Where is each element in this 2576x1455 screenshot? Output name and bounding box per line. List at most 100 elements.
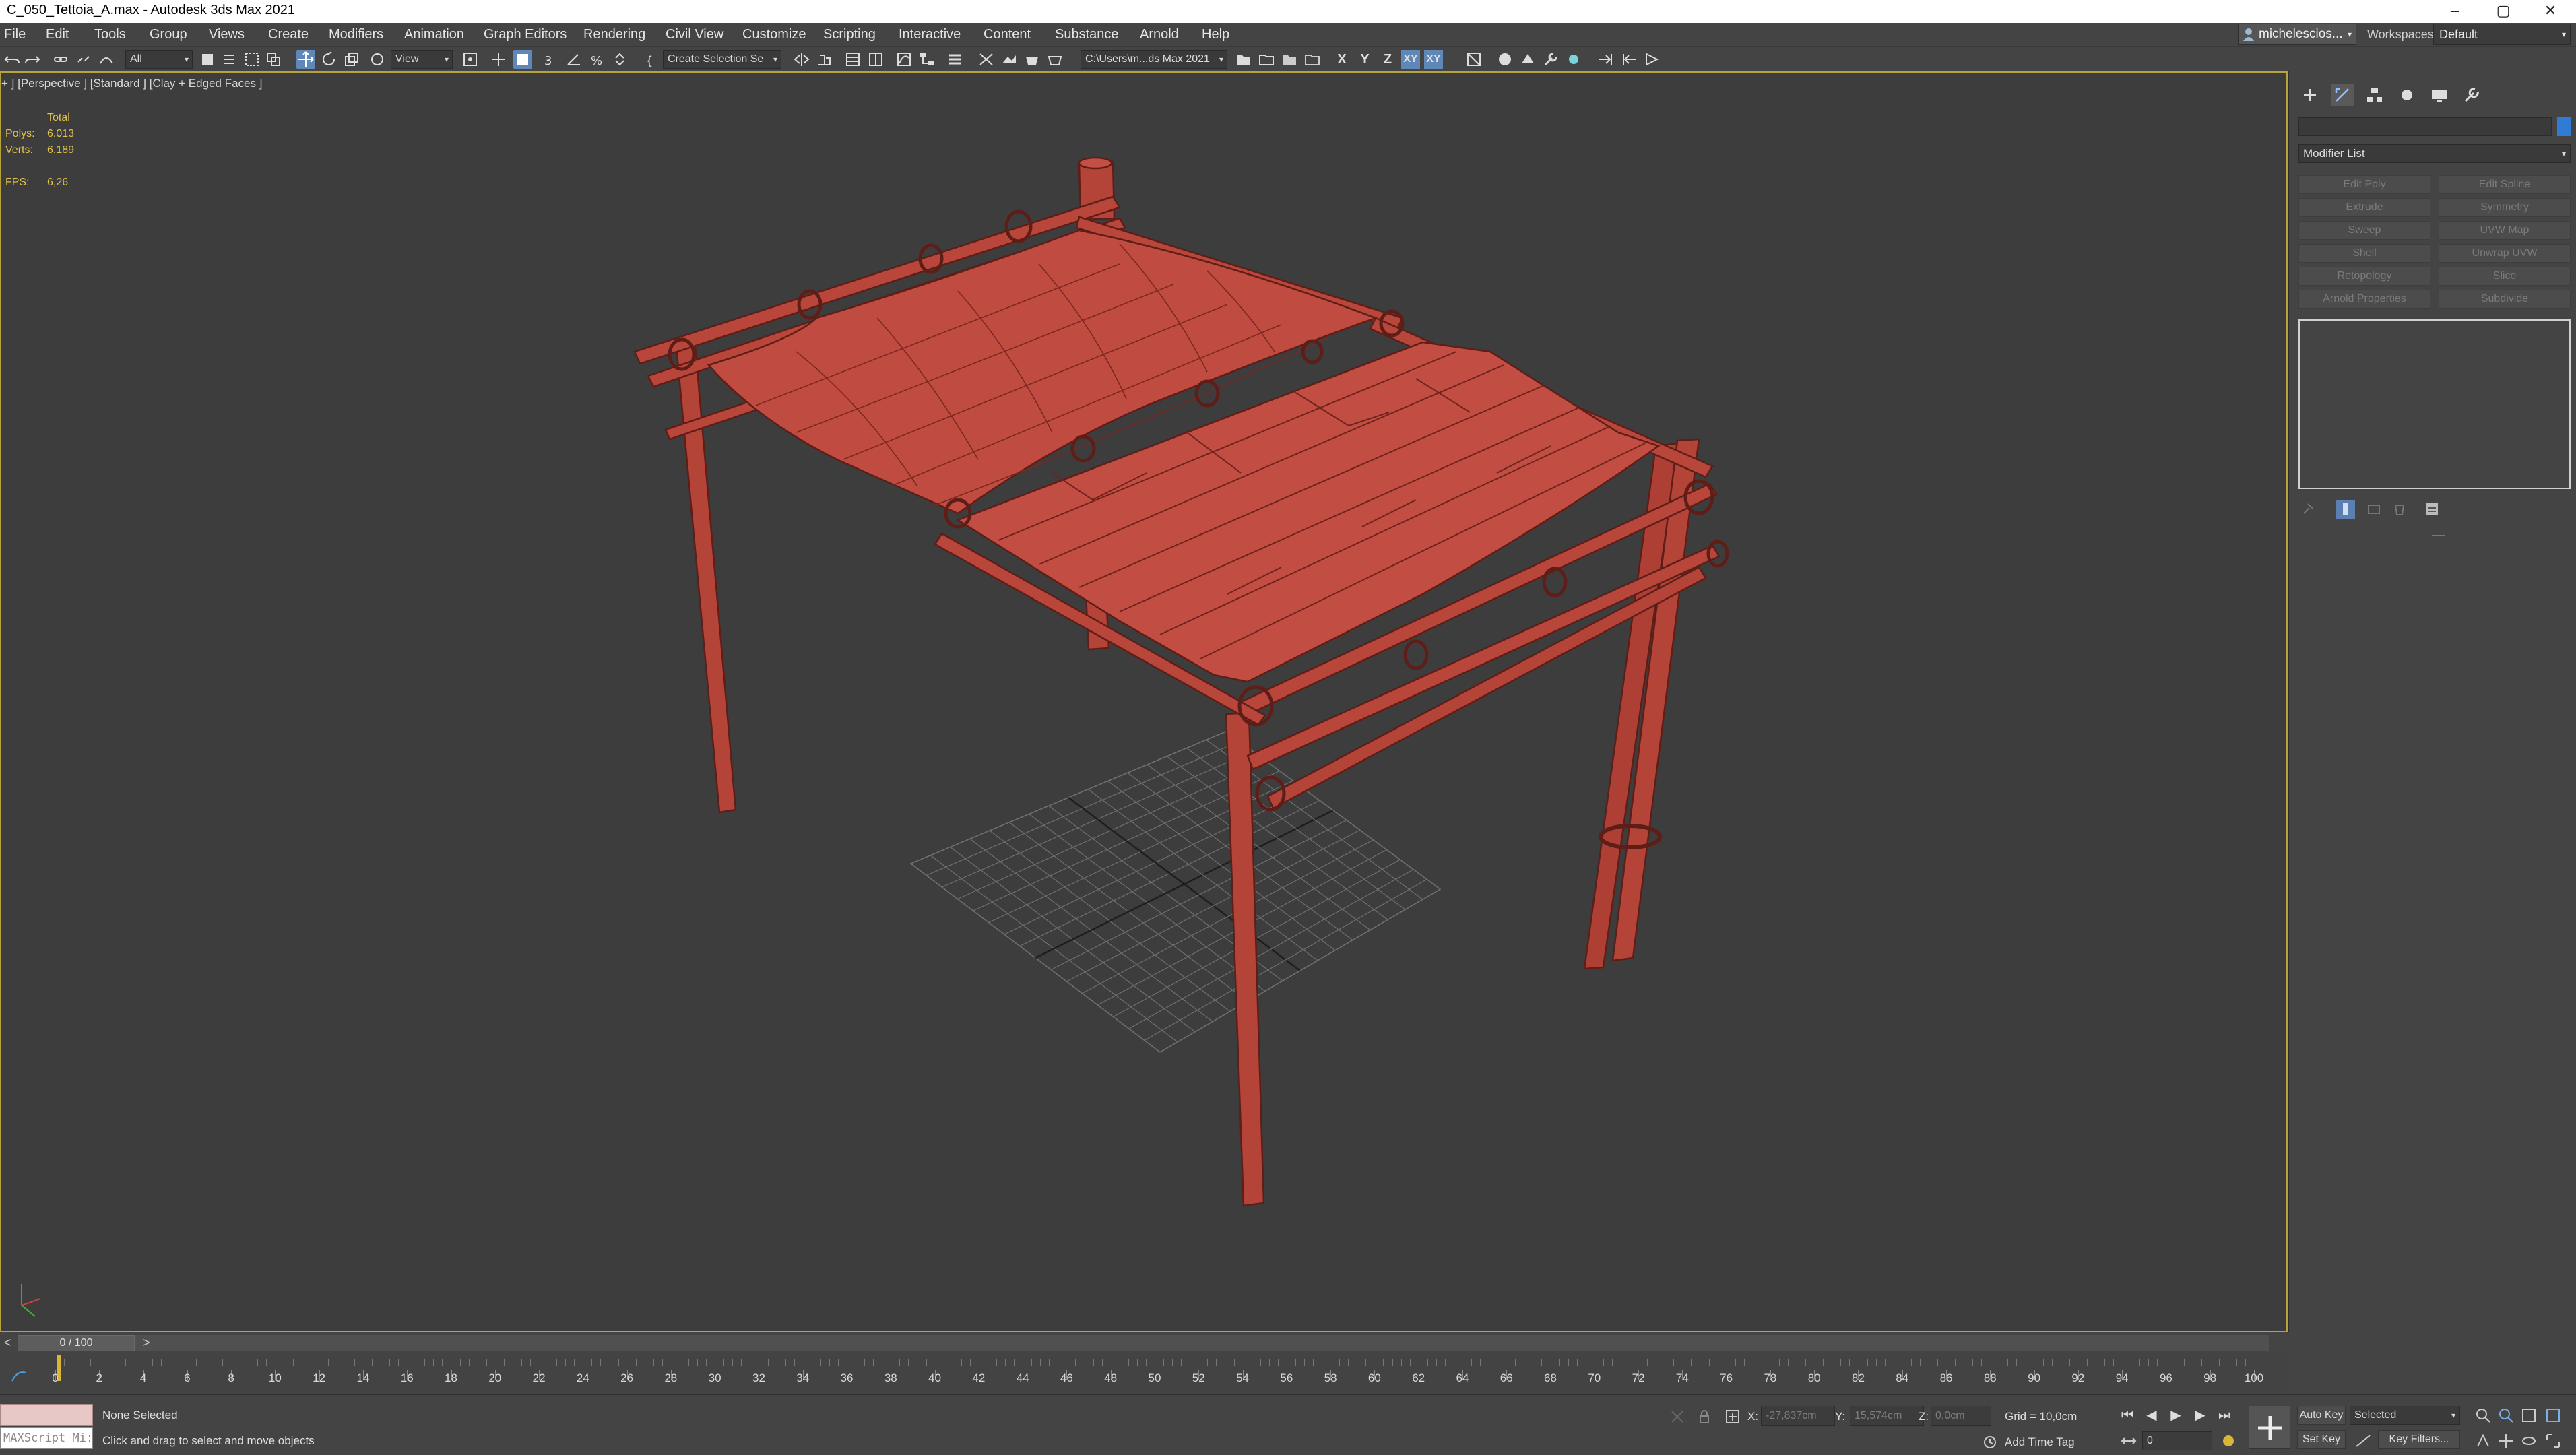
isolate-selection-icon[interactable] [1668, 1407, 1687, 1426]
snaps-toggle-icon[interactable]: 3 [542, 50, 560, 69]
menu-modifiers[interactable]: Modifiers [329, 27, 383, 42]
time-slider-track[interactable]: 0 / 100 [18, 1335, 2269, 1351]
render-icon[interactable] [1597, 50, 1615, 69]
utilities-tab-icon[interactable] [2460, 84, 2483, 106]
modifier-sweep-button[interactable]: Sweep [2298, 221, 2430, 240]
field-of-view-icon[interactable] [2474, 1431, 2492, 1450]
zoom-icon[interactable] [2474, 1406, 2492, 1425]
pivot-center-icon[interactable] [461, 50, 480, 69]
next-frame-icon[interactable]: ▶ [2191, 1406, 2210, 1425]
scene-explorer-icon[interactable] [1464, 50, 1483, 69]
select-object-icon[interactable] [198, 50, 217, 69]
curve-editor-icon[interactable] [895, 50, 913, 69]
current-frame-field[interactable]: 0 [2142, 1431, 2212, 1450]
align-icon[interactable] [815, 50, 834, 69]
axis-z-button[interactable]: Z [1378, 50, 1397, 69]
axis-y-button[interactable]: Y [1355, 50, 1374, 69]
redo-icon[interactable] [23, 50, 42, 69]
render-last-icon[interactable] [1642, 50, 1661, 69]
edit-named-selection-icon[interactable]: { [641, 50, 660, 69]
menu-scripting[interactable]: Scripting [823, 27, 876, 42]
show-end-result-icon[interactable] [2336, 500, 2355, 519]
modifier-stack[interactable] [2298, 319, 2571, 489]
project-folder-dropdown[interactable]: C:\Users\m...ds Max 2021 ▾ [1081, 50, 1227, 69]
modifier-subdivide-button[interactable]: Subdivide [2439, 290, 2571, 309]
rect-selection-icon[interactable] [243, 50, 261, 69]
modifier-retopology-button[interactable]: Retopology [2298, 267, 2430, 286]
display-tab-icon[interactable] [2428, 84, 2451, 106]
menu-civil-view[interactable]: Civil View [666, 27, 723, 42]
menu-rendering[interactable]: Rendering [583, 27, 645, 42]
menu-customize[interactable]: Customize [742, 27, 806, 42]
create-tab-icon[interactable] [2298, 84, 2321, 106]
menu-edit[interactable]: Edit [46, 27, 69, 42]
select-scale-icon[interactable] [342, 50, 361, 69]
make-unique-icon[interactable] [2364, 500, 2383, 519]
remove-modifier-icon[interactable] [2390, 500, 2409, 519]
workspace-select[interactable]: Default ▾ [2433, 24, 2571, 45]
set-keys-button[interactable] [2249, 1406, 2290, 1449]
time-configuration-icon[interactable] [2219, 1431, 2238, 1450]
motion-tab-icon[interactable] [2395, 84, 2418, 106]
save-folder-icon[interactable] [1280, 50, 1299, 69]
minimize-button[interactable]: – [2428, 0, 2482, 23]
time-slider-next-button[interactable]: > [143, 1336, 150, 1350]
auto-key-button[interactable]: Auto Key [2297, 1406, 2346, 1425]
configure-modifier-sets-icon[interactable] [2422, 500, 2441, 519]
menu-tools[interactable]: Tools [94, 27, 126, 42]
previous-frame-icon[interactable]: ◀ [2142, 1406, 2161, 1425]
select-rotate-icon[interactable] [319, 50, 338, 69]
menu-group[interactable]: Group [150, 27, 187, 42]
asset-tracking-icon[interactable] [1303, 50, 1322, 69]
render-activeshade-icon[interactable] [1045, 50, 1064, 69]
menu-create[interactable]: Create [268, 27, 309, 42]
material-editor-icon[interactable] [946, 50, 965, 69]
pin-stack-icon[interactable] [2298, 500, 2317, 519]
link-icon[interactable] [51, 50, 70, 69]
modifier-edit-poly-button[interactable]: Edit Poly [2298, 175, 2430, 194]
modifier-slice-button[interactable]: Slice [2439, 267, 2571, 286]
object-color-swatch[interactable] [2557, 117, 2571, 136]
close-button[interactable]: ✕ [2523, 0, 2576, 23]
schematic-view-icon[interactable] [917, 50, 936, 69]
undo-icon[interactable] [3, 50, 22, 69]
modify-tab-icon[interactable] [2331, 84, 2354, 106]
modifier-edit-spline-button[interactable]: Edit Spline [2439, 175, 2571, 194]
menu-content[interactable]: Content [984, 27, 1031, 42]
axis-xy-button[interactable]: XY [1401, 50, 1420, 69]
render-setup-icon[interactable] [977, 50, 996, 69]
y-coord-field[interactable]: 15,574cm [1850, 1406, 1924, 1426]
selection-filter-dropdown[interactable]: All ▾ [125, 50, 193, 69]
modifier-extrude-button[interactable]: Extrude [2298, 198, 2430, 217]
restore-button[interactable]: ▢ [2476, 0, 2530, 23]
axis-xy-cycle-button[interactable]: XY [1424, 50, 1443, 69]
folder-icon[interactable] [1257, 50, 1276, 69]
select-move-icon[interactable] [296, 50, 315, 69]
menu-views[interactable]: Views [209, 27, 245, 42]
time-slider[interactable]: < 0 / 100 > [0, 1334, 2288, 1353]
zoom-extents-icon[interactable] [2519, 1406, 2538, 1425]
named-selection-dropdown[interactable]: Create Selection Se ▾ [663, 50, 781, 69]
spinner-snap-icon[interactable] [610, 50, 629, 69]
z-coord-field[interactable]: 0,0cm [1931, 1406, 1991, 1426]
open-file-icon[interactable] [1234, 50, 1253, 69]
menu-help[interactable]: Help [1202, 27, 1229, 42]
key-tangent-icon[interactable] [2354, 1431, 2373, 1450]
axis-x-button[interactable]: X [1332, 50, 1351, 69]
hierarchy-tab-icon[interactable] [2363, 84, 2386, 106]
layer-explorer-icon[interactable] [843, 50, 862, 69]
x-coord-field[interactable]: -27,837cm [1761, 1406, 1835, 1426]
account-dropdown[interactable]: michelescios... ▾ [2238, 24, 2356, 45]
keyboard-shortcut-toggle-icon[interactable] [513, 50, 532, 69]
toggle-ribbon-icon[interactable] [866, 50, 885, 69]
bind-spacewarp-icon[interactable] [97, 50, 116, 69]
angle-snap-icon[interactable] [565, 50, 583, 69]
set-key-button[interactable]: Set Key [2297, 1430, 2346, 1449]
panel-resize-handle[interactable] [2432, 535, 2445, 538]
add-time-tag[interactable]: Add Time Tag [2005, 1435, 2075, 1449]
wrench-icon[interactable] [1541, 50, 1560, 69]
arnold-icon[interactable] [1518, 50, 1537, 69]
mirror-icon[interactable] [792, 50, 811, 69]
menu-animation[interactable]: Animation [404, 27, 464, 42]
menu-file[interactable]: File [4, 27, 26, 42]
